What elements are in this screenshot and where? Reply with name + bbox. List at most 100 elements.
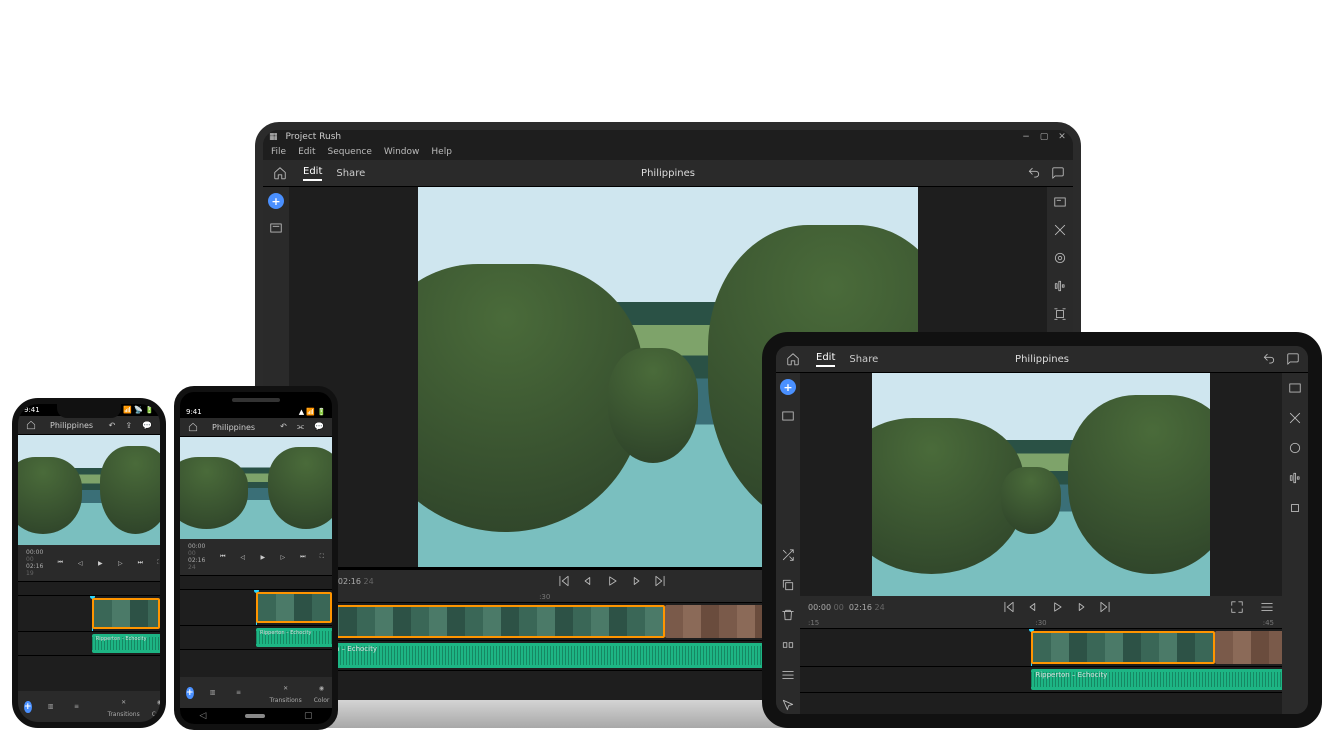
empty-track[interactable] — [800, 692, 1282, 714]
empty-track-bot[interactable] — [180, 649, 332, 667]
iphone-timeline[interactable]: Ripperton - Echocity — [18, 581, 160, 691]
titles-icon[interactable] — [779, 407, 797, 425]
menu-help[interactable]: Help — [431, 147, 452, 157]
window-maximize-button[interactable]: ▢ — [1039, 132, 1049, 142]
fullscreen-icon[interactable]: ⛶ — [320, 553, 324, 561]
menu-icon[interactable] — [1260, 600, 1274, 614]
transform-icon[interactable] — [1051, 305, 1069, 323]
go-end-button[interactable]: ⏭ — [133, 556, 147, 570]
window-close-button[interactable]: ✕ — [1057, 132, 1067, 142]
play-button[interactable] — [605, 574, 619, 588]
empty-track-bot[interactable] — [18, 655, 160, 673]
add-media-button[interactable]: + — [780, 379, 796, 395]
tool-color[interactable]: ◉Color — [314, 681, 330, 704]
empty-track-top[interactable] — [180, 575, 332, 589]
play-button[interactable]: ▶ — [256, 550, 270, 564]
comments-icon[interactable] — [1051, 166, 1065, 180]
tab-edit[interactable]: Edit — [816, 352, 835, 367]
window-minimize-button[interactable]: − — [1021, 132, 1031, 142]
undo-icon[interactable] — [1027, 166, 1041, 180]
video-clip-1[interactable] — [301, 605, 665, 638]
audio-track[interactable]: Ripperton – Echocity — [800, 666, 1282, 692]
play-button[interactable]: ▶ — [93, 556, 107, 570]
go-end-button[interactable]: ⏭ — [296, 550, 310, 564]
nav-recent[interactable]: ▢ — [304, 711, 313, 721]
undo-icon[interactable] — [1262, 352, 1276, 366]
audio-clip[interactable]: Ripperton - Echocity — [92, 634, 160, 653]
home-icon[interactable] — [784, 350, 802, 368]
tablet-ruler[interactable]: :15 :30 :45 — [800, 618, 1282, 628]
nav-home[interactable] — [245, 714, 265, 718]
go-start-button[interactable]: ⏮ — [53, 556, 67, 570]
audio-clip[interactable]: Ripperton – Echocity — [256, 628, 332, 647]
fullscreen-icon[interactable] — [1230, 600, 1244, 614]
titles-panel-icon[interactable] — [1051, 193, 1069, 211]
audio-panel-icon[interactable] — [1051, 277, 1069, 295]
titles-panel-icon[interactable] — [1286, 379, 1304, 397]
go-start-button[interactable] — [1002, 600, 1016, 614]
tool-layout[interactable]: ▥ — [44, 700, 58, 714]
video-track[interactable] — [18, 595, 160, 631]
fullscreen-icon[interactable]: ⛶ — [157, 559, 161, 567]
undo-icon[interactable]: ↶ — [280, 422, 287, 432]
tool-tracks[interactable]: ≡ — [70, 700, 84, 714]
audio-track[interactable]: Ripperton - Echocity — [18, 631, 160, 655]
tab-share[interactable]: Share — [849, 354, 878, 365]
menu-edit[interactable]: Edit — [298, 147, 315, 157]
audio-track[interactable]: Ripperton – Echocity — [180, 625, 332, 649]
color-icon[interactable] — [1286, 439, 1304, 457]
android-timeline[interactable]: Ripperton – Echocity — [180, 575, 332, 677]
step-back-button[interactable]: ◁ — [236, 550, 250, 564]
video-clip-2[interactable] — [1215, 631, 1282, 664]
tool-layout[interactable]: ▥ — [206, 686, 220, 700]
video-track[interactable] — [800, 628, 1282, 666]
step-back-button[interactable] — [581, 574, 595, 588]
audio-clip[interactable]: Ripperton – Echocity — [1031, 669, 1282, 690]
step-fwd-button[interactable] — [1074, 600, 1088, 614]
home-icon[interactable] — [188, 422, 198, 432]
tool-transitions[interactable]: ✕Transitions — [270, 681, 302, 704]
share-icon[interactable]: ⫘ — [297, 422, 304, 432]
add-media-button[interactable]: + — [268, 193, 284, 209]
shuffle-icon[interactable] — [779, 546, 797, 564]
trash-icon[interactable] — [779, 606, 797, 624]
pointer-icon[interactable] — [779, 696, 797, 714]
video-clip-1[interactable] — [1031, 631, 1214, 664]
menu-sequence[interactable]: Sequence — [328, 147, 372, 157]
nav-back[interactable]: ◁ — [199, 711, 206, 721]
add-button[interactable]: + — [24, 701, 32, 713]
go-start-button[interactable]: ⏮ — [216, 550, 230, 564]
color-icon[interactable] — [1051, 249, 1069, 267]
tablet-timeline[interactable]: Ripperton – Echocity — [800, 628, 1282, 714]
home-icon[interactable] — [26, 420, 36, 430]
add-button[interactable]: + — [186, 687, 194, 699]
step-fwd-button[interactable]: ▷ — [276, 550, 290, 564]
step-back-button[interactable] — [1026, 600, 1040, 614]
tab-edit[interactable]: Edit — [303, 166, 322, 181]
titles-icon[interactable] — [267, 219, 285, 237]
menu-file[interactable]: File — [271, 147, 286, 157]
empty-track-top[interactable] — [18, 581, 160, 595]
split-icon[interactable] — [779, 636, 797, 654]
go-start-button[interactable] — [557, 574, 571, 588]
tracks-icon[interactable] — [779, 666, 797, 684]
video-clip[interactable] — [256, 592, 332, 623]
transform-icon[interactable] — [1286, 499, 1304, 517]
step-fwd-button[interactable] — [629, 574, 643, 588]
menu-window[interactable]: Window — [384, 147, 420, 157]
video-track[interactable] — [180, 589, 332, 625]
comments-icon[interactable] — [1286, 352, 1300, 366]
play-button[interactable] — [1050, 600, 1064, 614]
home-icon[interactable] — [271, 164, 289, 182]
video-clip[interactable] — [92, 598, 160, 629]
audio-panel-icon[interactable] — [1286, 469, 1304, 487]
tool-tracks[interactable]: ≡ — [232, 686, 246, 700]
comments-icon[interactable]: 💬 — [142, 421, 152, 430]
step-back-button[interactable]: ◁ — [73, 556, 87, 570]
undo-icon[interactable]: ↶ — [109, 421, 116, 430]
tool-color[interactable]: ◉Color — [152, 695, 166, 718]
duplicate-icon[interactable] — [779, 576, 797, 594]
transitions-icon[interactable] — [1051, 221, 1069, 239]
go-end-button[interactable] — [1098, 600, 1112, 614]
share-icon[interactable]: ⇪ — [125, 421, 132, 430]
